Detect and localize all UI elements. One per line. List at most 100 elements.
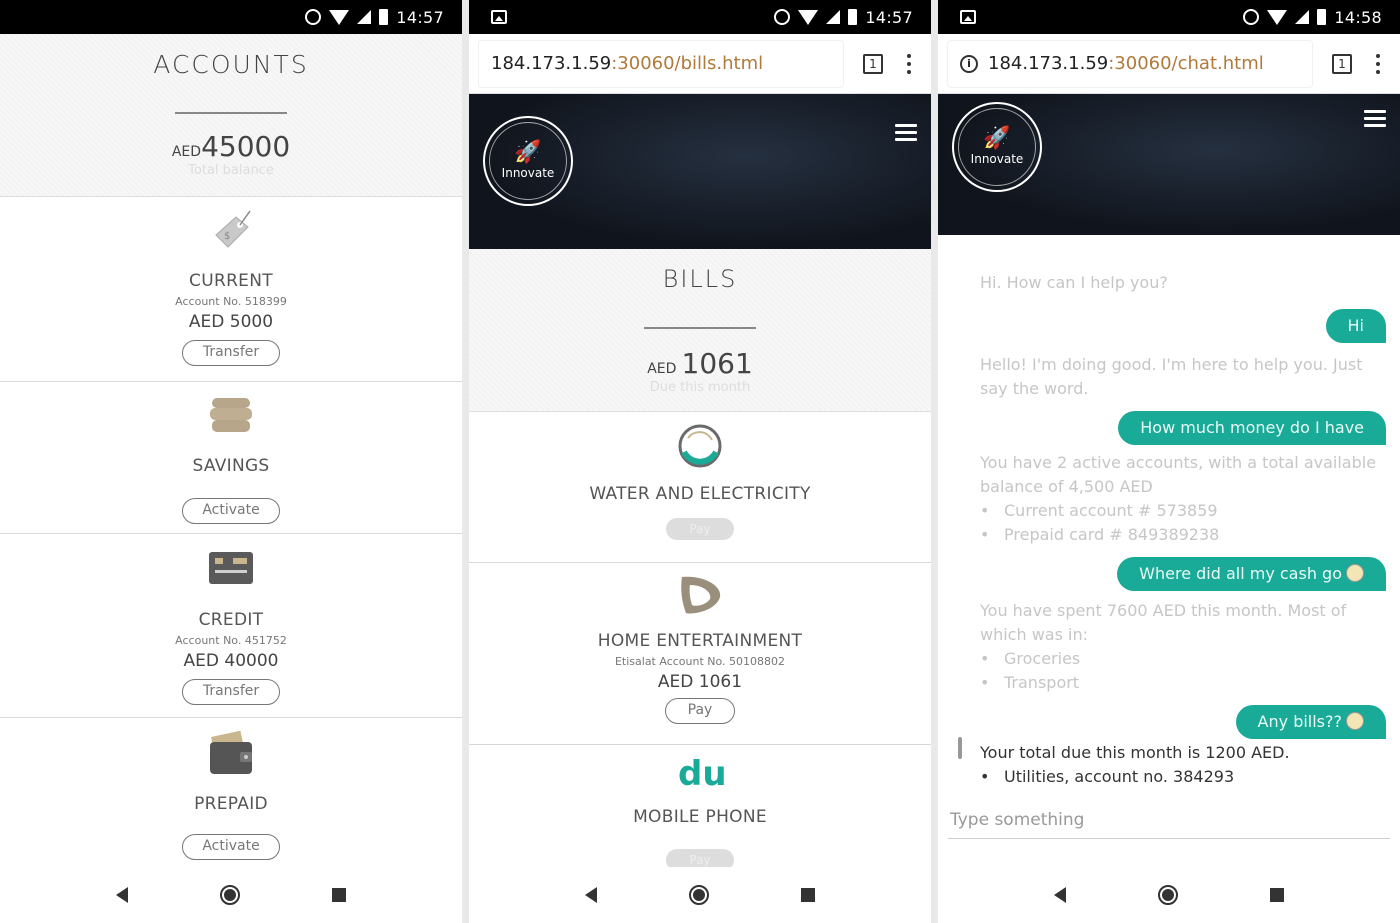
svg-text:du: du: [678, 755, 724, 794]
pay-button-disabled: Pay: [666, 518, 734, 540]
hero-banner: 🚀 Innovate: [938, 94, 1400, 235]
bot-text: You have 2 active accounts, with a total…: [980, 453, 1377, 496]
user-message-text: Any bills??: [1257, 712, 1342, 731]
back-icon[interactable]: [116, 887, 128, 903]
wifi-icon: [329, 9, 350, 25]
price-tag-icon: $: [215, 210, 251, 248]
bot-list: Groceries Transport: [980, 647, 1386, 695]
bill-mobile-phone: du MOBILE PHONE Pay: [469, 745, 931, 871]
home-icon[interactable]: [1158, 885, 1178, 905]
image-notification-icon: [960, 10, 976, 24]
innovate-logo: 🚀 Innovate: [952, 102, 1042, 192]
browser-url-bar: 184.173.1.59:30060/bills.html 1: [469, 34, 931, 94]
pay-button[interactable]: Pay: [665, 698, 735, 724]
url-path: :30060/bills.html: [611, 53, 764, 74]
wifi-icon: [798, 9, 819, 25]
bot-text: Your total due this month is 1200 AED.: [980, 743, 1290, 762]
confused-face-icon: [1346, 564, 1364, 582]
account-name: PREPAID: [194, 794, 268, 814]
account-prepaid: PREPAID Activate: [0, 718, 462, 860]
bot-message: You have spent 7600 AED this month. Most…: [980, 599, 1386, 695]
logo-text: Innovate: [501, 166, 555, 180]
android-nav-bar: [469, 867, 931, 923]
android-nav-bar: [0, 867, 462, 923]
status-time: 14:57: [865, 7, 913, 27]
battery-icon: [379, 9, 389, 25]
url-field[interactable]: 184.173.1.59:30060/bills.html: [479, 40, 843, 87]
transfer-button[interactable]: Transfer: [182, 679, 280, 705]
alarm-icon: [305, 9, 322, 25]
innovate-logo: 🚀 Innovate: [483, 116, 573, 206]
wallet-icon: [210, 730, 252, 774]
alarm-icon: [774, 9, 791, 25]
total-caption: Total balance: [188, 163, 274, 178]
list-item: Prepaid card # 849389238: [980, 523, 1386, 547]
title-divider: [175, 112, 287, 114]
more-options-icon[interactable]: [907, 53, 911, 74]
menu-icon[interactable]: [895, 124, 917, 141]
bill-name: MOBILE PHONE: [633, 807, 767, 827]
activate-button[interactable]: Activate: [182, 834, 280, 860]
recents-icon[interactable]: [332, 888, 346, 902]
recents-icon[interactable]: [801, 888, 815, 902]
title-divider: [644, 327, 756, 329]
bill-water-electricity: WATER AND ELECTRICITY Pay: [469, 412, 931, 563]
url-host: 184.173.1.59: [988, 53, 1109, 74]
status-time: 14:58: [1334, 7, 1382, 27]
back-icon[interactable]: [585, 887, 597, 903]
back-icon[interactable]: [1054, 887, 1066, 903]
info-icon[interactable]: i: [960, 54, 978, 73]
user-message: Hi: [1325, 309, 1386, 343]
menu-icon[interactable]: [1364, 110, 1386, 127]
status-bar: 14:57: [0, 0, 462, 34]
tabs-icon[interactable]: 1: [1332, 53, 1352, 74]
home-icon[interactable]: [689, 885, 709, 905]
total-amount: 1061: [681, 347, 753, 380]
bot-text: You have spent 7600 AED this month. Most…: [980, 601, 1347, 644]
transfer-button[interactable]: Transfer: [182, 340, 280, 366]
account-amount: AED 40000: [183, 651, 279, 671]
account-savings: SAVINGS Activate: [0, 382, 462, 534]
screaming-face-icon: [1346, 712, 1364, 730]
svg-text:$: $: [224, 231, 230, 242]
user-message: Where did all my cash go: [1117, 557, 1386, 591]
bill-amount: AED 1061: [657, 672, 743, 692]
alarm-icon: [1243, 9, 1260, 25]
coins-icon: [210, 398, 252, 432]
url-path: :30060/chat.html: [1108, 53, 1264, 74]
bill-home-entertainment: HOME ENTERTAINMENT Etisalat Account No. …: [469, 563, 931, 745]
chat-input[interactable]: Type something: [948, 810, 1390, 839]
user-message-text: Where did all my cash go: [1139, 564, 1342, 583]
total-caption: Due this month: [649, 380, 751, 395]
status-time: 14:57: [396, 7, 444, 27]
tabs-icon[interactable]: 1: [863, 53, 883, 74]
list-item: Current account # 573859: [980, 499, 1386, 523]
currency-label: AED: [171, 144, 202, 160]
total-amount: 45000: [201, 130, 291, 163]
home-icon[interactable]: [220, 885, 240, 905]
activate-button[interactable]: Activate: [182, 498, 280, 524]
page-title: BILLS: [662, 265, 738, 293]
bot-message: Your total due this month is 1200 AED. U…: [980, 741, 1386, 789]
rocket-icon: 🚀: [514, 140, 542, 165]
currency-label: AED: [647, 361, 677, 377]
recents-icon[interactable]: [1270, 888, 1284, 902]
logo-text: Innovate: [970, 152, 1024, 166]
accounts-header: ACCOUNTS AED45000 Total balance: [0, 34, 462, 197]
typing-indicator: [958, 737, 962, 759]
more-options-icon[interactable]: [1376, 53, 1380, 74]
account-name: CURRENT: [189, 271, 273, 291]
chat-thread: Hi. How can I help you? Hi Hello! I'm do…: [938, 235, 1400, 789]
hero-banner: 🚀 Innovate: [469, 94, 931, 249]
account-current: $ CURRENT Account No. 518399 AED 5000 Tr…: [0, 197, 462, 382]
rocket-icon: 🚀: [983, 126, 1011, 151]
account-name: CREDIT: [198, 610, 264, 630]
user-message: How much money do I have: [1118, 411, 1386, 445]
signal-icon: [357, 10, 372, 24]
page-title: ACCOUNTS: [153, 50, 309, 79]
account-credit: CREDIT Account No. 451752 AED 40000 Tran…: [0, 534, 462, 718]
account-name: SAVINGS: [192, 456, 270, 476]
url-field[interactable]: i 184.173.1.59:30060/chat.html: [948, 40, 1312, 87]
dewa-logo-icon: [678, 424, 722, 468]
list-item: Utilities, account no. 384293: [980, 765, 1386, 789]
